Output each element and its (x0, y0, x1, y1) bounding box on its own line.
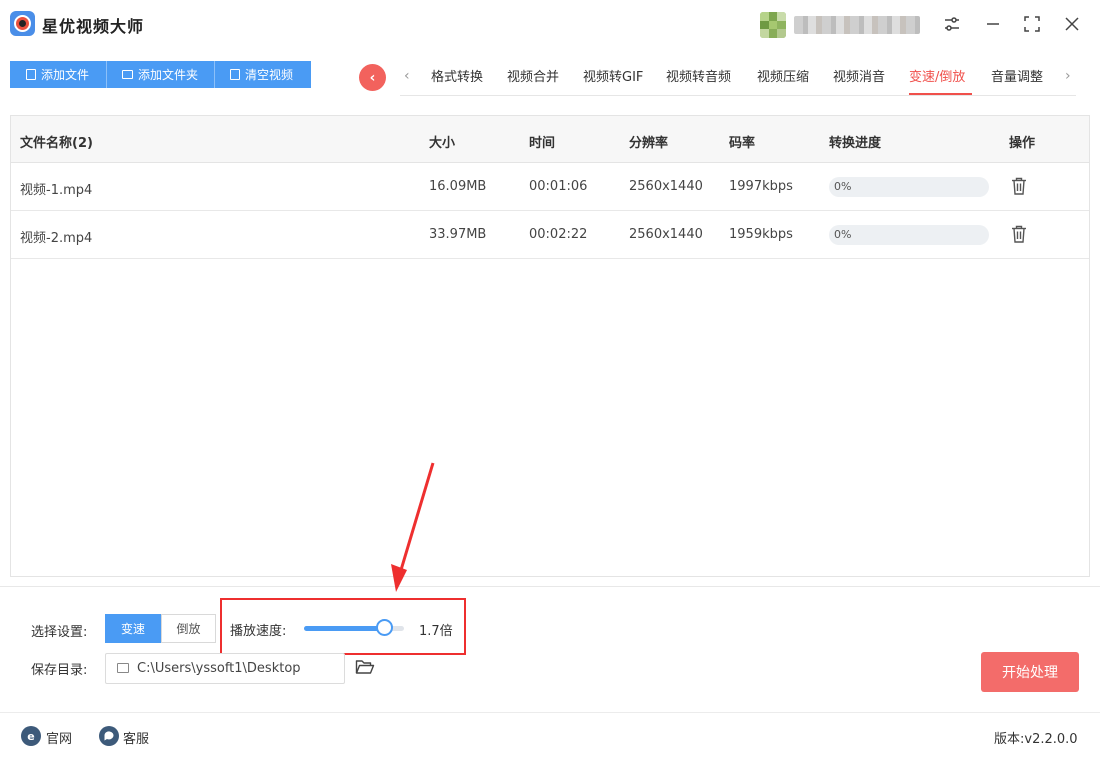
tabs-scroll-right-icon[interactable]: › (1065, 68, 1071, 84)
mode-label: 选择设置: (31, 625, 88, 640)
progress-bar: 0% (829, 177, 989, 197)
col-header-size: 大小 (429, 136, 456, 151)
save-dir-label: 保存目录: (31, 663, 88, 678)
app-title: 星优视频大师 (42, 17, 145, 36)
tab-video-to-audio[interactable]: 视频转音频 (666, 66, 731, 85)
mode-speed-button[interactable]: 变速 (105, 614, 161, 643)
settings-panel (0, 586, 1100, 712)
table-row[interactable]: 视频-1.mp4 16.09MB 00:01:06 2560x1440 1997… (11, 163, 1089, 211)
tab-video-merge[interactable]: 视频合并 (507, 66, 559, 85)
status-bar: e 官网 客服 版本:v2.2.0.0 (0, 712, 1100, 760)
add-folder-button[interactable]: 添加文件夹 (107, 61, 214, 88)
save-path-field[interactable]: C:\Users\yssoft1\Desktop (105, 653, 345, 684)
file-resolution: 2560x1440 (629, 227, 703, 242)
col-header-bitrate: 码率 (729, 136, 756, 151)
active-tab-underline (909, 93, 972, 95)
table-row[interactable]: 视频-2.mp4 33.97MB 00:02:22 2560x1440 1959… (11, 211, 1089, 259)
col-header-progress: 转换进度 (829, 136, 882, 151)
file-bitrate: 1997kbps (729, 179, 793, 194)
trash-icon (230, 69, 240, 80)
maximize-icon[interactable] (1020, 12, 1044, 36)
folder-icon (122, 70, 133, 79)
collapse-back-button[interactable]: ‹ (359, 64, 386, 91)
file-duration: 00:02:22 (529, 227, 588, 242)
col-header-resolution: 分辨率 (629, 136, 669, 151)
speed-slider-handle[interactable] (375, 619, 393, 636)
settings-sliders-icon[interactable] (940, 12, 964, 36)
clear-videos-label: 清空视频 (245, 68, 294, 82)
add-file-label: 添加文件 (41, 68, 90, 82)
file-name: 视频-1.mp4 (20, 183, 93, 198)
progress-text: 0% (834, 180, 852, 193)
version-text: 版本:v2.2.0.0 (994, 732, 1078, 747)
user-account[interactable] (760, 10, 920, 40)
minimize-icon[interactable] (981, 12, 1005, 36)
file-duration: 00:01:06 (529, 179, 588, 194)
add-folder-label: 添加文件夹 (138, 68, 199, 82)
delete-icon[interactable] (1009, 224, 1029, 244)
speed-label: 播放速度: (230, 624, 287, 639)
speed-value: 1.7倍 (419, 624, 453, 639)
annotation-arrow (391, 462, 435, 592)
file-icon (26, 69, 36, 80)
title-bar: 星优视频大师 (0, 0, 1100, 50)
add-file-button[interactable]: 添加文件 (10, 61, 106, 88)
col-header-name: 文件名称(2) (20, 136, 93, 151)
mode-reverse-button[interactable]: 倒放 (161, 614, 216, 643)
file-bitrate: 1959kbps (729, 227, 793, 242)
file-name: 视频-2.mp4 (20, 231, 93, 246)
file-size: 33.97MB (429, 227, 487, 242)
speed-slider-fill (304, 626, 384, 631)
support-chat-icon[interactable] (99, 726, 119, 746)
function-tabs: 格式转换 视频合并 视频转GIF 视频转音频 视频压缩 视频消音 变速/倒放 音… (400, 62, 1076, 96)
tab-format-convert[interactable]: 格式转换 (431, 66, 483, 85)
col-header-actions: 操作 (1009, 136, 1036, 151)
close-icon[interactable] (1060, 12, 1084, 36)
save-path-text: C:\Users\yssoft1\Desktop (137, 661, 301, 676)
clear-videos-button[interactable]: 清空视频 (215, 61, 311, 88)
open-folder-icon[interactable] (355, 657, 375, 677)
progress-bar: 0% (829, 225, 989, 245)
tab-volume-adjust[interactable]: 音量调整 (991, 66, 1043, 85)
file-size: 16.09MB (429, 179, 487, 194)
delete-icon[interactable] (1009, 176, 1029, 196)
start-processing-button[interactable]: 开始处理 (981, 652, 1079, 692)
col-header-duration: 时间 (529, 136, 556, 151)
tab-video-to-gif[interactable]: 视频转GIF (583, 66, 643, 85)
tab-video-mute[interactable]: 视频消音 (833, 66, 885, 85)
folder-icon (117, 663, 129, 673)
app-logo-icon (10, 11, 35, 36)
avatar (760, 12, 786, 38)
file-table: 文件名称(2) 大小 时间 分辨率 码率 转换进度 操作 视频-1.mp4 16… (10, 115, 1090, 577)
table-header: 文件名称(2) 大小 时间 分辨率 码率 转换进度 操作 (11, 116, 1089, 163)
website-icon[interactable]: e (21, 726, 41, 746)
progress-text: 0% (834, 228, 852, 241)
support-link[interactable]: 客服 (123, 728, 149, 747)
website-link[interactable]: 官网 (46, 728, 72, 747)
tab-video-compress[interactable]: 视频压缩 (757, 66, 809, 85)
tab-speed-reverse[interactable]: 变速/倒放 (909, 66, 965, 85)
file-resolution: 2560x1440 (629, 179, 703, 194)
account-name-blurred (794, 16, 920, 34)
chevron-left-icon: ‹ (369, 69, 376, 86)
